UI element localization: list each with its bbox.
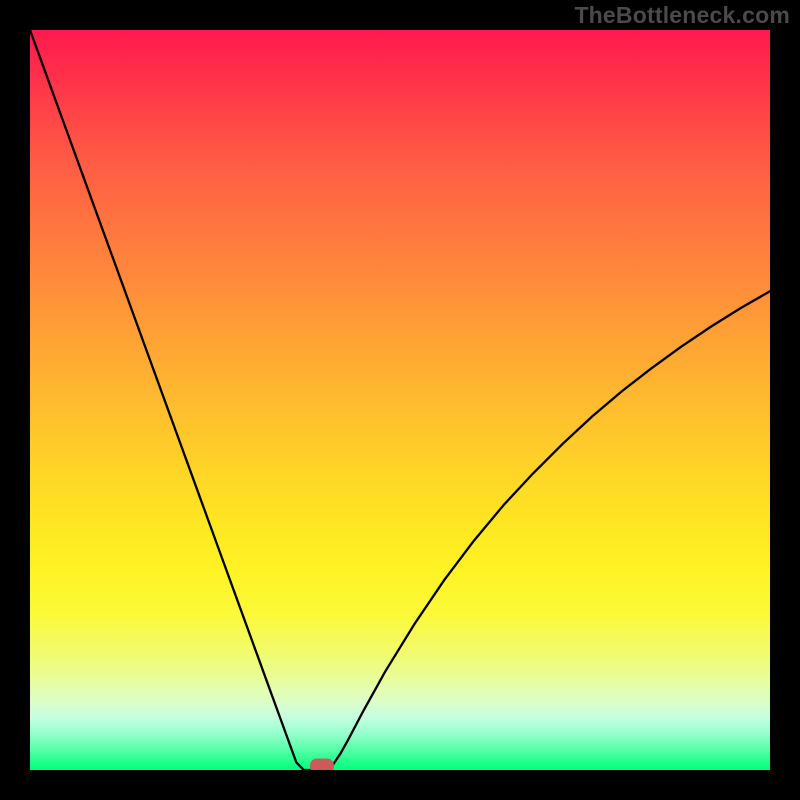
chart-plot-area xyxy=(30,30,770,770)
chart-curve-svg xyxy=(30,30,770,770)
chart-minimum-marker xyxy=(310,759,334,771)
watermark-text: TheBottleneck.com xyxy=(574,2,790,29)
chart-curve-path xyxy=(30,30,770,770)
